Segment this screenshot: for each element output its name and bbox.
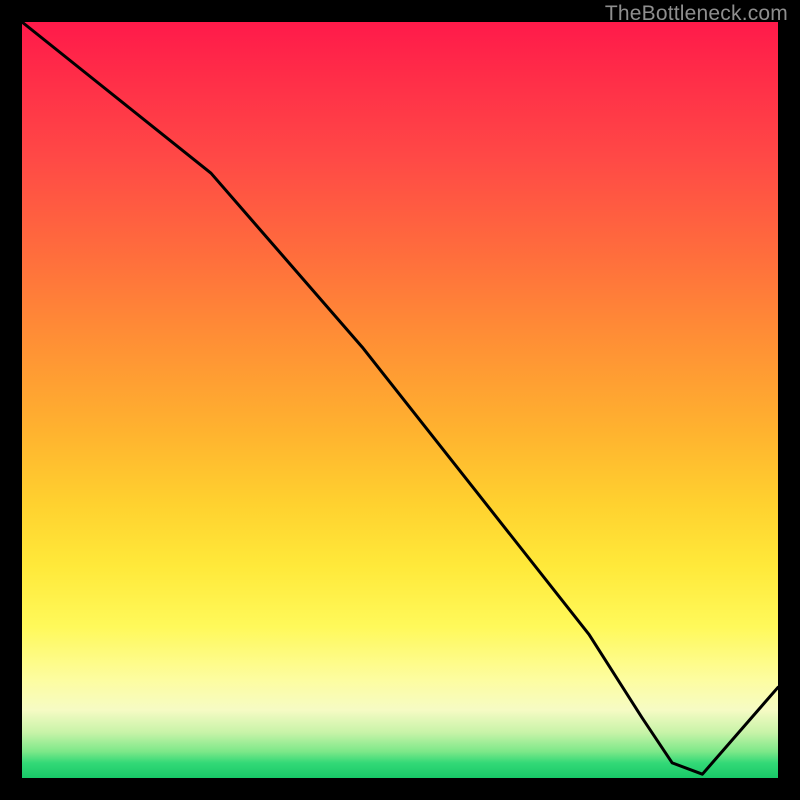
series-line <box>22 22 778 774</box>
chart-svg <box>22 22 778 778</box>
chart-frame: TheBottleneck.com <box>0 0 800 800</box>
plot-area <box>22 22 778 778</box>
